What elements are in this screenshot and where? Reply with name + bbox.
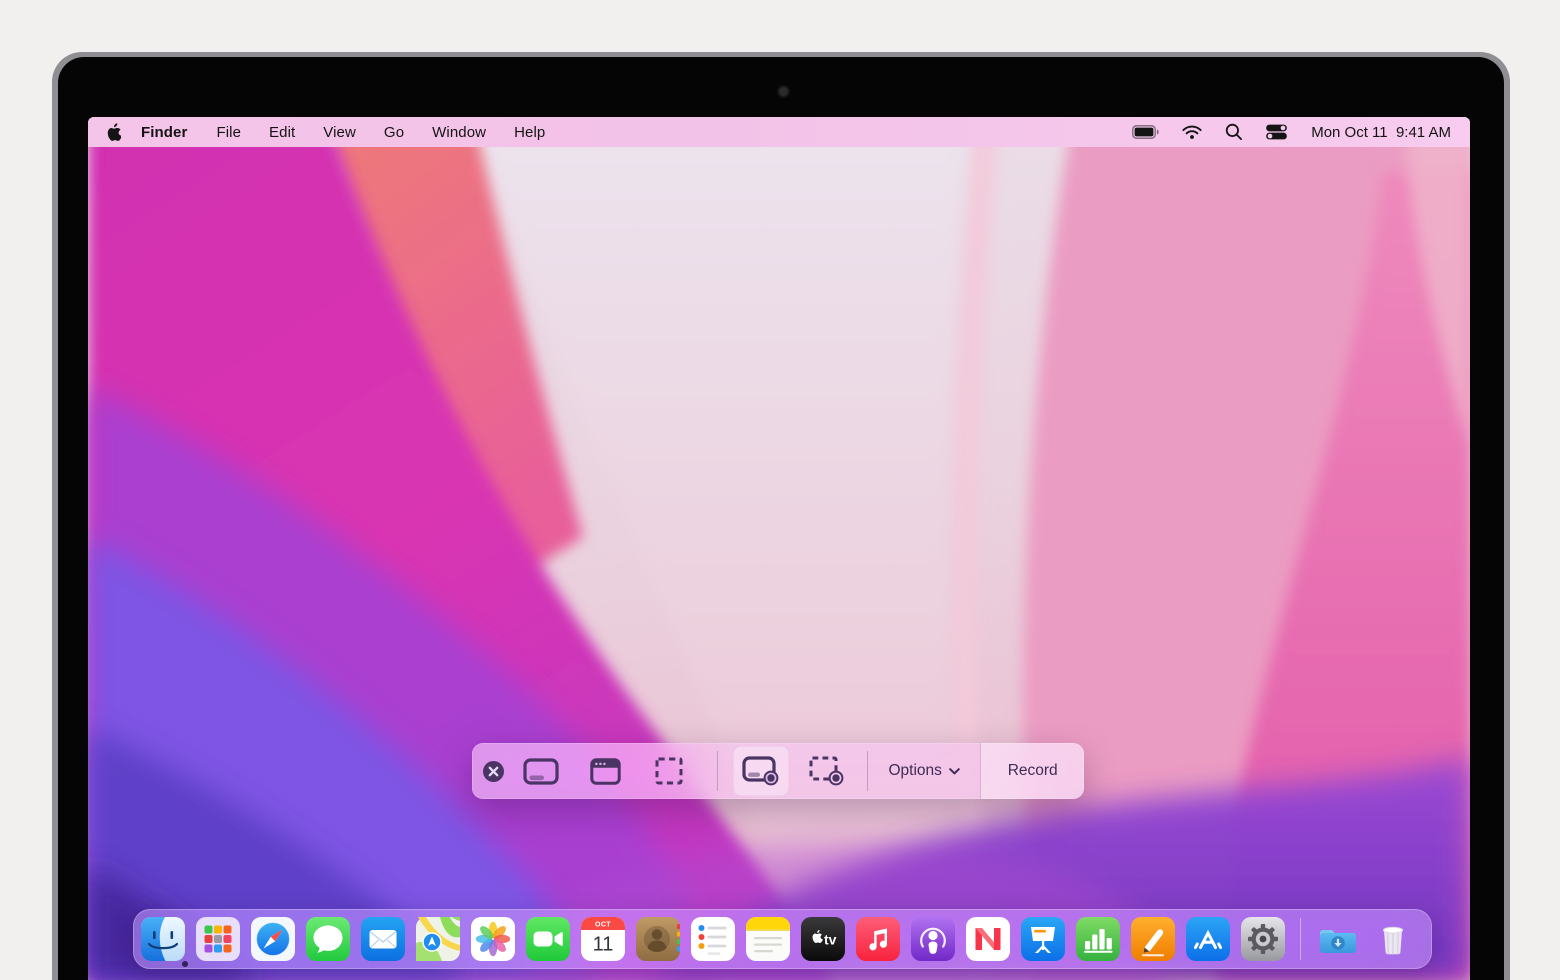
dock-item-tv[interactable]: tv (801, 917, 845, 961)
control-center-icon[interactable] (1254, 117, 1299, 147)
dock-item-system-preferences[interactable] (1241, 917, 1285, 961)
app-store-icon (1186, 917, 1230, 961)
dock-item-photos[interactable] (471, 917, 515, 961)
close-button[interactable] (478, 746, 508, 796)
record-button[interactable]: Record (980, 743, 1084, 799)
numbers-icon (1076, 917, 1120, 961)
news-icon (966, 917, 1010, 961)
close-icon (482, 760, 505, 783)
menu-bar-status: Mon Oct 11 9:41 AM (1121, 117, 1453, 147)
capture-portion-icon (655, 757, 683, 785)
contacts-icon (636, 917, 680, 961)
dock-item-trash[interactable] (1371, 917, 1415, 961)
messages-icon (306, 917, 350, 961)
capture-screen-icon (523, 758, 559, 785)
finder-running-indicator (182, 961, 188, 967)
menu-item-file[interactable]: File (202, 117, 255, 147)
menu-bar: Finder File Edit View Go Window Help (88, 117, 1470, 147)
menu-bar-clock[interactable]: Mon Oct 11 9:41 AM (1299, 124, 1453, 141)
svg-text:tv: tv (824, 932, 837, 948)
dock-item-safari[interactable] (251, 917, 295, 961)
mail-icon (361, 917, 405, 961)
dock-item-pages[interactable] (1131, 917, 1175, 961)
dock-item-facetime[interactable] (526, 917, 570, 961)
notes-icon (746, 917, 790, 961)
battery-icon[interactable] (1121, 117, 1170, 147)
capture-selected-window-button[interactable] (577, 746, 633, 796)
menu-item-finder[interactable]: Finder (126, 117, 202, 147)
dock-item-mail[interactable] (361, 917, 405, 961)
dock-item-numbers[interactable] (1076, 917, 1120, 961)
dock-item-music[interactable] (856, 917, 900, 961)
menu-item-view[interactable]: View (309, 117, 370, 147)
dock-item-notes[interactable] (746, 917, 790, 961)
calendar-icon: OCT 11 (581, 917, 625, 961)
svg-text:OCT: OCT (595, 922, 611, 929)
spotlight-search-icon[interactable] (1214, 117, 1254, 147)
desktop-screen: Finder File Edit View Go Window Help (88, 117, 1470, 980)
dock-item-contacts[interactable] (636, 917, 680, 961)
pages-icon (1131, 917, 1175, 961)
toolbar-divider (717, 751, 718, 791)
facetime-icon (526, 917, 570, 961)
record-selected-portion-button[interactable] (799, 746, 855, 796)
safari-icon (251, 917, 295, 961)
apple-logo-icon[interactable] (105, 123, 122, 142)
svg-text:11: 11 (593, 934, 614, 956)
music-icon (856, 917, 900, 961)
menu-item-edit[interactable]: Edit (255, 117, 309, 147)
menu-item-help[interactable]: Help (500, 117, 559, 147)
dock-item-keynote[interactable] (1021, 917, 1065, 961)
system-preferences-icon (1241, 917, 1285, 961)
podcasts-icon (911, 917, 955, 961)
capture-entire-screen-button[interactable] (513, 746, 569, 796)
dock-item-calendar[interactable]: OCT 11 (581, 917, 625, 961)
record-entire-screen-button[interactable] (733, 746, 789, 796)
capture-selected-portion-button[interactable] (641, 746, 697, 796)
tv-icon: tv (801, 917, 845, 961)
finder-icon (141, 917, 185, 961)
wifi-icon[interactable] (1170, 117, 1214, 147)
dock-item-podcasts[interactable] (911, 917, 955, 961)
screenshot-toolbar: Options Record (472, 743, 1084, 799)
dock-item-launchpad[interactable] (196, 917, 240, 961)
options-label: Options (888, 762, 941, 780)
dock-item-app-store[interactable] (1186, 917, 1230, 961)
menu-item-window[interactable]: Window (418, 117, 500, 147)
dock-item-news[interactable] (966, 917, 1010, 961)
trash-icon (1371, 917, 1415, 961)
facetime-camera (779, 87, 788, 96)
keynote-icon (1021, 917, 1065, 961)
dock-item-maps[interactable] (416, 917, 460, 961)
dock-item-downloads[interactable] (1316, 917, 1360, 961)
record-label: Record (1008, 762, 1058, 780)
dock: OCT 11 (133, 909, 1432, 969)
menu-bar-left: Finder File Edit View Go Window Help (105, 117, 559, 147)
screenshot-stage: Finder File Edit View Go Window Help (0, 0, 1560, 980)
maps-icon (416, 917, 460, 961)
options-dropdown[interactable]: Options (868, 743, 980, 799)
dock-item-reminders[interactable] (691, 917, 735, 961)
launchpad-icon (196, 917, 240, 961)
photos-icon (471, 917, 515, 961)
dock-divider (1300, 918, 1301, 960)
monterey-wallpaper (88, 117, 1470, 980)
dock-item-finder[interactable] (141, 917, 185, 961)
record-portion-icon (809, 756, 845, 786)
dock-item-messages[interactable] (306, 917, 350, 961)
downloads-folder-icon (1316, 917, 1360, 961)
capture-window-icon (590, 758, 621, 785)
record-screen-icon (742, 756, 780, 786)
menu-item-go[interactable]: Go (370, 117, 418, 147)
reminders-icon (691, 917, 735, 961)
chevron-down-icon (949, 768, 960, 775)
